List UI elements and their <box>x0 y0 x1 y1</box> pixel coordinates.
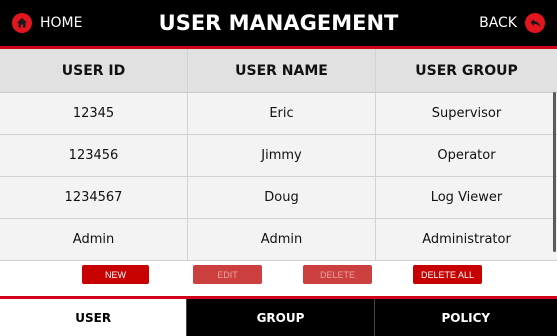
back-arrow-icon <box>525 13 545 33</box>
tab-group[interactable]: GROUP <box>186 299 374 336</box>
column-header-user-group[interactable]: USER GROUP <box>376 49 557 92</box>
column-header-user-name[interactable]: USER NAME <box>188 49 376 92</box>
column-header-user-id[interactable]: USER ID <box>0 49 188 92</box>
table-row[interactable]: 12345 Eric Supervisor <box>0 93 557 135</box>
user-table: USER ID USER NAME USER GROUP 12345 Eric … <box>0 49 557 261</box>
cell-user-name: Admin <box>188 219 376 260</box>
table-row[interactable]: 1234567 Doug Log Viewer <box>0 177 557 219</box>
home-icon <box>12 13 32 33</box>
cell-user-group: Administrator <box>422 232 511 247</box>
bottom-tab-bar: USER GROUP POLICY <box>0 299 557 336</box>
back-button[interactable]: BACK <box>479 11 545 35</box>
back-label: BACK <box>479 15 517 31</box>
cell-user-name: Jimmy <box>188 135 376 176</box>
header-bar <box>0 0 557 46</box>
tab-policy[interactable]: POLICY <box>373 299 557 336</box>
table-row[interactable]: 123456 Jimmy Operator <box>0 135 557 177</box>
cell-user-group: Supervisor <box>431 106 502 121</box>
table-row[interactable]: Admin Admin Administrator <box>0 219 557 261</box>
delete-button[interactable]: DELETE <box>303 265 372 284</box>
table-scrollbar[interactable] <box>553 92 556 252</box>
cell-user-id: 123456 <box>0 135 188 176</box>
cell-user-id: 1234567 <box>0 177 188 218</box>
tab-user[interactable]: USER <box>0 299 187 336</box>
delete-all-button[interactable]: DELETE ALL <box>413 265 482 284</box>
home-button[interactable]: HOME <box>12 11 82 35</box>
cell-user-group: Log Viewer <box>430 190 503 205</box>
cell-user-name: Eric <box>188 93 376 134</box>
home-label: HOME <box>40 15 83 31</box>
edit-button[interactable]: EDIT <box>193 265 262 284</box>
cell-user-name: Doug <box>188 177 376 218</box>
table-header: USER ID USER NAME USER GROUP <box>0 49 557 93</box>
cell-user-id: Admin <box>0 219 188 260</box>
cell-user-group: Operator <box>437 148 496 163</box>
cell-user-id: 12345 <box>0 93 188 134</box>
new-button[interactable]: NEW <box>82 265 149 284</box>
